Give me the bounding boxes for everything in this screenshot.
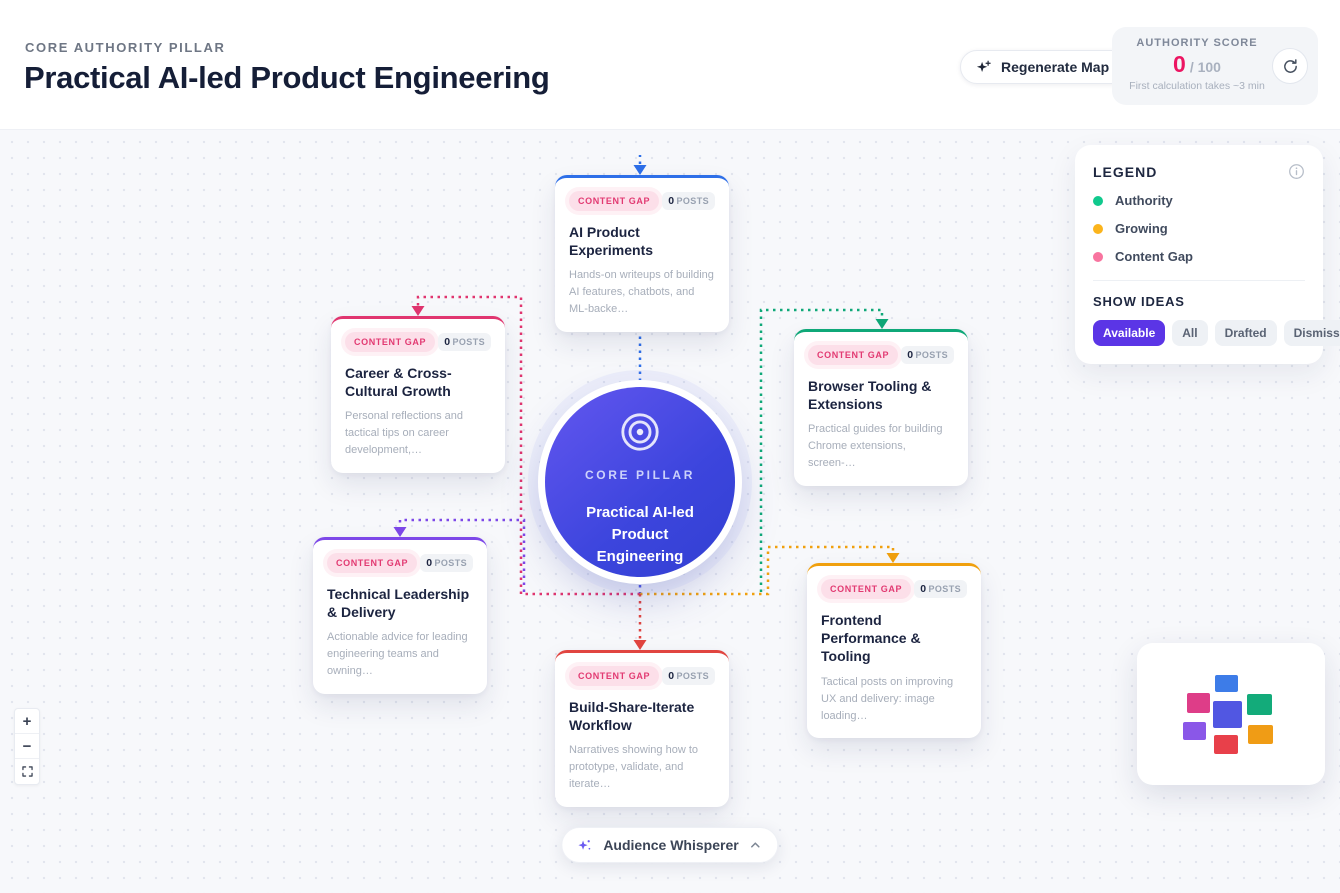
status-badge: CONTENT GAP	[821, 579, 911, 599]
arrowhead-icon	[887, 553, 900, 563]
info-icon[interactable]	[1288, 163, 1305, 180]
show-ideas-title: SHOW IDEAS	[1093, 294, 1305, 309]
minimap-node-core-pillar	[1213, 701, 1242, 728]
status-badge: CONTENT GAP	[569, 191, 659, 211]
sparkle-icon	[576, 837, 593, 854]
arrowhead-icon	[876, 319, 889, 329]
posts-count-badge: 0POSTS	[438, 333, 491, 351]
posts-count-badge: 0POSTS	[914, 580, 967, 598]
status-badge: CONTENT GAP	[808, 345, 898, 365]
arrowhead-icon	[412, 306, 425, 316]
minimap-node-technical-leadership-delivery	[1183, 722, 1206, 740]
topic-description: Personal reflections and tactical tips o…	[345, 408, 491, 459]
minimap-node-build-share-iterate-workflow	[1214, 735, 1238, 754]
content-gap-dot	[1093, 252, 1103, 262]
fullscreen-icon	[21, 765, 34, 778]
header-bar: CORE AUTHORITY PILLAR Practical AI-led P…	[0, 0, 1340, 130]
arrowhead-icon	[634, 165, 647, 175]
legend-item-label: Growing	[1115, 221, 1168, 236]
topic-title: AI Product Experiments	[569, 223, 715, 259]
topic-card-build-share-iterate-workflow[interactable]: CONTENT GAP 0POSTS Build-Share-Iterate W…	[555, 650, 729, 807]
minimap-node-ai-product-experiments	[1215, 675, 1238, 692]
zoom-out-button[interactable]: −	[15, 734, 39, 759]
legend-item-authority: Authority	[1093, 193, 1305, 208]
refresh-score-button[interactable]	[1272, 48, 1308, 84]
authority-dot	[1093, 196, 1103, 206]
refresh-icon	[1282, 58, 1299, 75]
core-pillar-title: Practical AI-led Product Engineering	[579, 502, 701, 567]
topic-card-ai-product-experiments[interactable]: CONTENT GAP 0POSTS AI Product Experiment…	[555, 175, 729, 332]
growing-dot	[1093, 224, 1103, 234]
score-number: 0	[1173, 51, 1186, 77]
status-badge: CONTENT GAP	[345, 332, 435, 352]
minimap-node-browser-tooling-extensions	[1247, 694, 1272, 715]
topic-card-browser-tooling-extensions[interactable]: CONTENT GAP 0POSTS Browser Tooling & Ext…	[794, 329, 968, 486]
filter-chip-available[interactable]: Available	[1093, 320, 1165, 346]
fullscreen-button[interactable]	[15, 759, 39, 784]
arrowhead-icon	[634, 640, 647, 650]
regenerate-map-label: Regenerate Map	[1001, 59, 1109, 75]
topic-title: Frontend Performance & Tooling	[821, 611, 967, 666]
topic-description: Narratives showing how to prototype, val…	[569, 742, 715, 793]
sparkle-icon	[975, 59, 992, 76]
topic-description: Tactical posts on improving UX and deliv…	[821, 674, 967, 725]
score-total: / 100	[1190, 59, 1221, 75]
posts-count-badge: 0POSTS	[901, 346, 954, 364]
audience-whisperer-label: Audience Whisperer	[603, 837, 738, 853]
minimap-node-frontend-performance-tooling	[1248, 725, 1273, 744]
core-pillar-node[interactable]: CORE PILLAR Practical AI-led Product Eng…	[545, 387, 735, 577]
legend-item-content-gap: Content Gap	[1093, 249, 1305, 264]
posts-count-badge: 0POSTS	[662, 667, 715, 685]
pillar-eyebrow: CORE AUTHORITY PILLAR	[25, 40, 225, 55]
authority-score-label: AUTHORITY SCORE	[1124, 37, 1270, 49]
legend-item-label: Content Gap	[1115, 249, 1193, 264]
status-badge: CONTENT GAP	[327, 553, 417, 573]
authority-score-value: 0/ 100	[1124, 51, 1270, 78]
regenerate-map-button[interactable]: Regenerate Map	[960, 50, 1128, 84]
topic-card-career-cross-cultural-growth[interactable]: CONTENT GAP 0POSTS Career & Cross-Cultur…	[331, 316, 505, 473]
arrowhead-icon	[394, 527, 407, 537]
minimap-node-career-cross-cultural-growth	[1187, 693, 1210, 713]
topic-title: Technical Leadership & Delivery	[327, 585, 473, 621]
minimap-panel[interactable]	[1137, 643, 1325, 785]
filter-chip-all[interactable]: All	[1172, 320, 1207, 346]
topic-card-technical-leadership-delivery[interactable]: CONTENT GAP 0POSTS Technical Leadership …	[313, 537, 487, 694]
divider	[1093, 280, 1305, 281]
topic-description: Actionable advice for leading engineerin…	[327, 629, 473, 680]
topic-description: Hands-on writeups of building AI feature…	[569, 267, 715, 318]
zoom-controls: + −	[14, 708, 40, 785]
filter-chip-dismissed[interactable]: Dismissed	[1284, 320, 1340, 346]
score-note: First calculation takes ~3 min	[1124, 80, 1270, 92]
legend-title: LEGEND	[1093, 164, 1157, 180]
authority-score-panel: AUTHORITY SCORE 0/ 100 First calculation…	[1112, 27, 1318, 105]
core-pillar-eyebrow: CORE PILLAR	[545, 468, 735, 482]
topic-title: Browser Tooling & Extensions	[808, 377, 954, 413]
legend-item-label: Authority	[1115, 193, 1173, 208]
chevron-up-icon	[749, 838, 763, 852]
topic-card-frontend-performance-tooling[interactable]: CONTENT GAP 0POSTS Frontend Performance …	[807, 563, 981, 738]
posts-count-badge: 0POSTS	[420, 554, 473, 572]
target-icon	[619, 411, 661, 453]
page-title: Practical AI-led Product Engineering	[24, 60, 550, 96]
posts-count-badge: 0POSTS	[662, 192, 715, 210]
legend-item-growing: Growing	[1093, 221, 1305, 236]
topic-description: Practical guides for building Chrome ext…	[808, 421, 954, 472]
filter-chip-drafted[interactable]: Drafted	[1215, 320, 1277, 346]
zoom-in-button[interactable]: +	[15, 709, 39, 734]
topic-title: Career & Cross-Cultural Growth	[345, 364, 491, 400]
status-badge: CONTENT GAP	[569, 666, 659, 686]
legend-panel: LEGEND Authority Growing Content Gap SHO…	[1075, 145, 1323, 364]
audience-whisperer-button[interactable]: Audience Whisperer	[561, 827, 778, 863]
topic-title: Build-Share-Iterate Workflow	[569, 698, 715, 734]
